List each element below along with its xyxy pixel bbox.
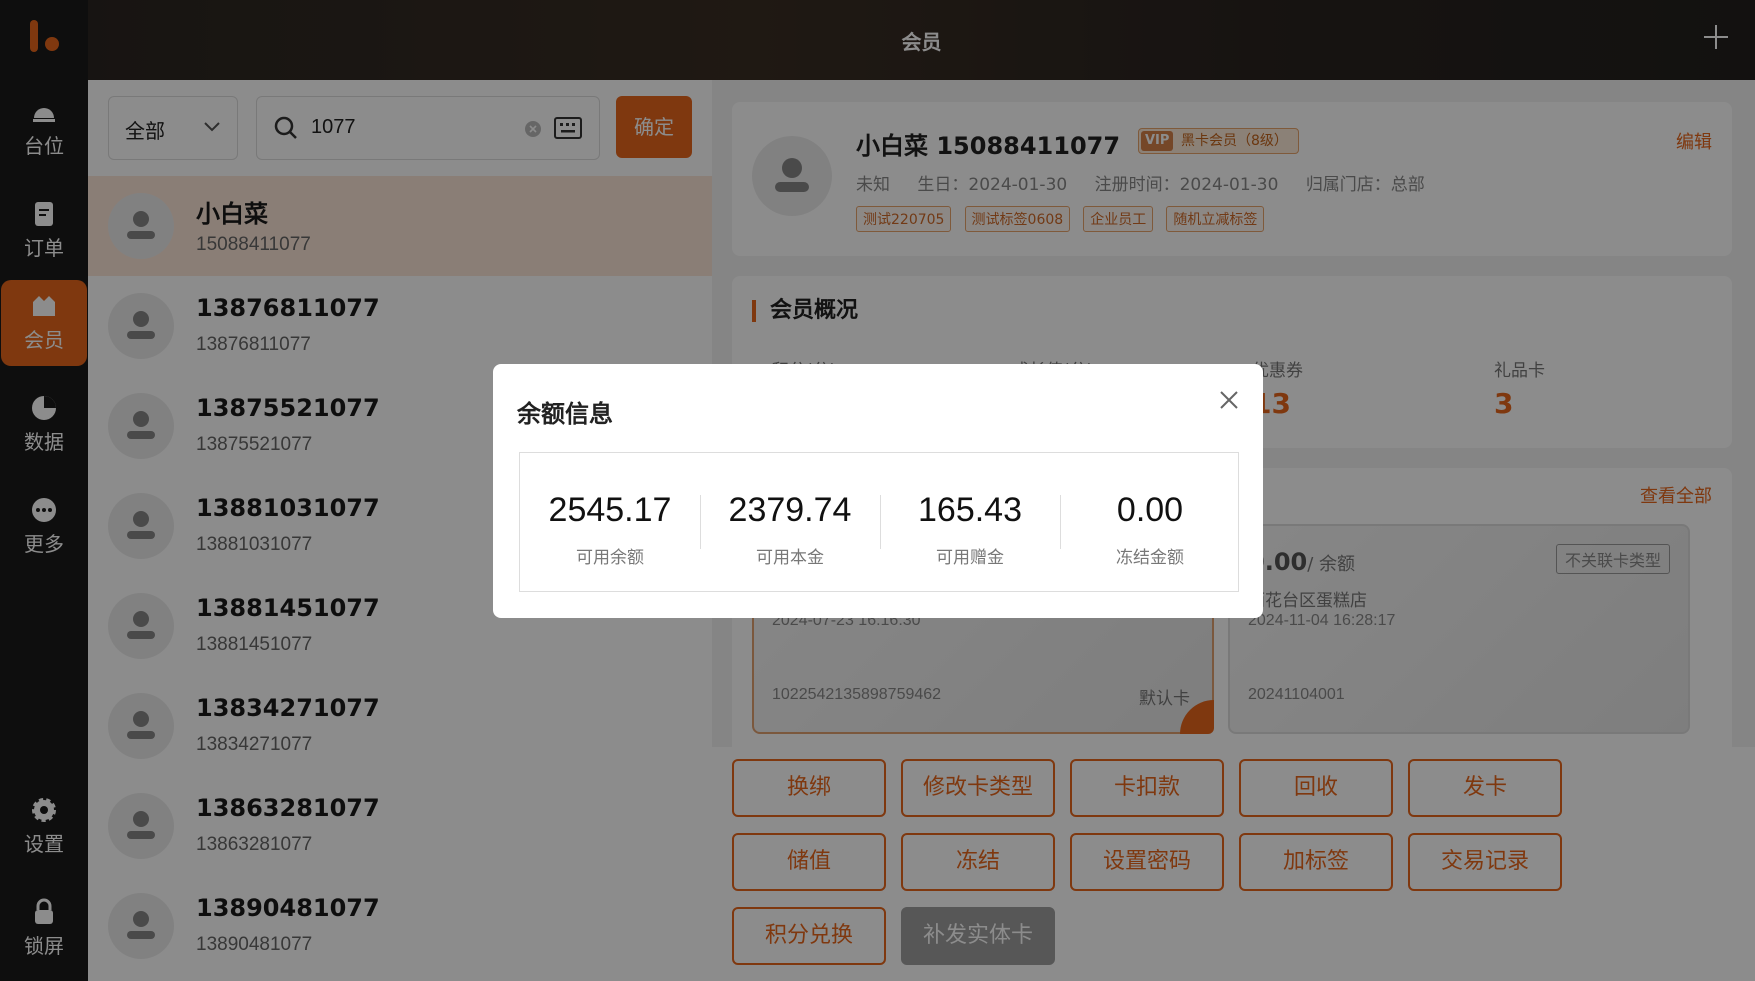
available-bonus: 165.43 可用赠金 [880,453,1060,593]
balance-box: 2545.17 可用余额 2379.74 可用本金 165.43 可用赠金 0.… [519,452,1239,592]
balance-label: 冻结金额 [1116,548,1184,568]
balance-value: 0.00 [1116,491,1184,529]
frozen-amount: 0.00 冻结金额 [1060,453,1240,593]
balance-label: 可用余额 [576,548,644,568]
available-principal: 2379.74 可用本金 [700,453,880,593]
available-balance: 2545.17 可用余额 [520,453,700,593]
balance-modal: 余额信息 2545.17 可用余额 2379.74 可用本金 165.43 可用… [493,364,1263,618]
balance-value: 165.43 [918,491,1022,529]
balance-label: 可用本金 [756,548,824,568]
balance-value: 2379.74 [728,491,852,529]
modal-title: 余额信息 [517,400,613,428]
balance-value: 2545.17 [548,491,672,529]
close-icon[interactable] [1217,388,1241,412]
balance-label: 可用赠金 [936,548,1004,568]
